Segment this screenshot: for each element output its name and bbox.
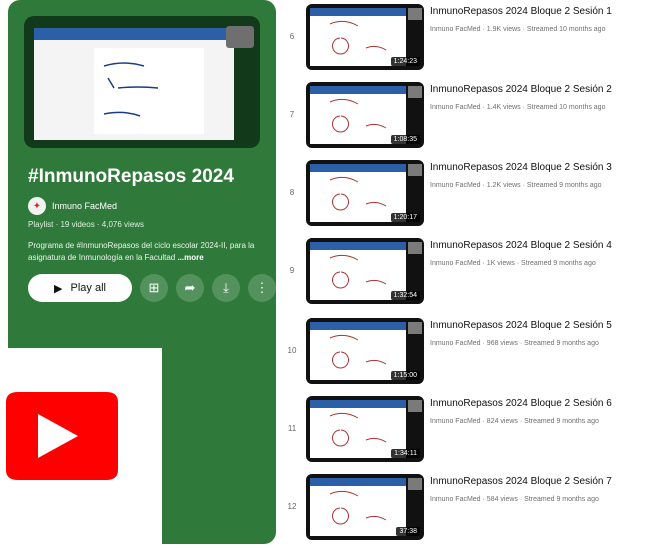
cover-handwriting xyxy=(103,62,159,117)
thumbnail-titlebar xyxy=(310,164,406,172)
video-thumbnail[interactable]: 37:38 xyxy=(306,474,424,540)
thumbnail-titlebar xyxy=(310,400,406,408)
playlist-title: #InmunoRepasos 2024 xyxy=(28,166,234,187)
playlist-actions: ▶ Play all ⊞ ➦ ⤓ ⋮ xyxy=(28,274,276,302)
playlist-video-row[interactable]: 9 1:32:54 InmunoRepasos 2024 Bloque 2 Sesi… xyxy=(278,236,656,312)
video-title[interactable]: InmunoRepasos 2024 Bloque 2 Sesión 7 xyxy=(430,476,612,487)
playlist-meta: Playlist · 19 videos · 4,076 views xyxy=(28,220,145,229)
video-title[interactable]: InmunoRepasos 2024 Bloque 2 Sesión 3 xyxy=(430,162,612,173)
more-options-button[interactable]: ⋮ xyxy=(248,274,276,302)
thumbnail-webcam xyxy=(408,86,422,98)
video-meta: Inmuno FacMed · 968 views · Streamed 9 m… xyxy=(430,340,599,347)
cover-titlebar xyxy=(34,28,234,40)
thumbnail-titlebar xyxy=(310,478,406,486)
video-title[interactable]: InmunoRepasos 2024 Bloque 2 Sesión 5 xyxy=(430,320,612,331)
video-meta: Inmuno FacMed · 584 views · Streamed 9 m… xyxy=(430,496,599,503)
channel-avatar[interactable]: ✦ xyxy=(28,197,46,215)
playlist-video-row[interactable]: 7 1:08:35 InmunoRepasos 2024 Bloque 2 Sesi… xyxy=(278,80,656,156)
video-meta: Inmuno FacMed · 1K views · Streamed 9 mo… xyxy=(430,260,596,267)
video-duration: 1:34:11 xyxy=(391,449,420,458)
save-to-library-icon: ⊞ xyxy=(148,280,160,295)
thumbnail-screen xyxy=(310,478,406,536)
save-button[interactable]: ⊞ xyxy=(140,274,168,302)
video-index: 11 xyxy=(287,424,297,433)
play-icon: ▶ xyxy=(54,282,63,295)
thumbnail-webcam xyxy=(408,322,422,334)
video-meta: Inmuno FacMed · 1.2K views · Streamed 9 … xyxy=(430,182,602,189)
thumbnail-sketch xyxy=(329,490,387,525)
video-duration: 1:32:54 xyxy=(390,291,420,300)
thumbnail-webcam xyxy=(408,8,422,20)
thumbnail-webcam xyxy=(408,164,422,176)
video-meta: Inmuno FacMed · 1.4K views · Streamed 10… xyxy=(430,104,606,111)
channel-info[interactable]: ✦ Inmuno FacMed xyxy=(28,197,117,215)
share-button[interactable]: ➦ xyxy=(176,274,204,302)
video-thumbnail[interactable]: 1:24:23 xyxy=(306,4,424,70)
playlist-video-list: 6 1:24:23 InmunoRepasos 2024 Bloque 2 Sesi… xyxy=(278,0,656,544)
video-duration: 1:24:23 xyxy=(390,57,420,66)
share-icon: ➦ xyxy=(184,280,196,295)
playlist-video-row[interactable]: 6 1:24:23 InmunoRepasos 2024 Bloque 2 Sesi… xyxy=(278,2,656,78)
video-duration: 1:20:17 xyxy=(390,213,420,222)
download-button[interactable]: ⤓ xyxy=(212,274,240,302)
video-index: 9 xyxy=(289,266,295,275)
playlist-description: Programa de #InmunoRepasos del ciclo esc… xyxy=(28,240,260,264)
video-thumbnail[interactable]: 1:20:17 xyxy=(306,160,424,226)
video-index: 10 xyxy=(287,346,297,355)
cover-screen xyxy=(34,28,234,140)
video-duration: 1:15:00 xyxy=(390,371,420,380)
playlist-video-row[interactable]: 8 1:20:17 InmunoRepasos 2024 Bloque 2 Sesi… xyxy=(278,158,656,234)
video-meta: Inmuno FacMed · 1.9K views · Streamed 10… xyxy=(430,26,606,33)
description-more-link[interactable]: ...more xyxy=(177,253,203,262)
cover-webcam xyxy=(226,26,254,48)
video-title[interactable]: InmunoRepasos 2024 Bloque 2 Sesión 4 xyxy=(430,240,612,251)
channel-name[interactable]: Inmuno FacMed xyxy=(52,201,117,211)
video-title[interactable]: InmunoRepasos 2024 Bloque 2 Sesión 1 xyxy=(430,6,612,17)
thumbnail-titlebar xyxy=(310,86,406,94)
download-icon: ⤓ xyxy=(223,280,229,295)
playlist-cover-thumbnail[interactable] xyxy=(24,16,260,148)
video-thumbnail[interactable]: 1:15:00 xyxy=(306,318,424,384)
play-all-label: Play all xyxy=(70,282,106,294)
more-vert-icon: ⋮ xyxy=(255,280,269,295)
video-thumbnail[interactable]: 1:32:54 xyxy=(306,238,424,304)
playlist-video-row[interactable]: 11 1:34:11 InmunoRepasos 2024 Bloque 2 Ses… xyxy=(278,394,656,470)
video-index: 7 xyxy=(289,110,295,119)
thumbnail-titlebar xyxy=(310,8,406,16)
video-index: 12 xyxy=(287,502,297,511)
youtube-logo xyxy=(6,392,118,480)
video-title[interactable]: InmunoRepasos 2024 Bloque 2 Sesión 2 xyxy=(430,84,612,95)
playlist-video-row[interactable]: 10 1:15:00 InmunoRepasos 2024 Bloque 2 Ses… xyxy=(278,316,656,392)
video-duration: 37:38 xyxy=(396,527,420,536)
video-title[interactable]: InmunoRepasos 2024 Bloque 2 Sesión 6 xyxy=(430,398,612,409)
thumbnail-webcam xyxy=(408,400,422,412)
playlist-video-row[interactable]: 12 37:38 InmunoRepasos 2024 Bloque 2 Sesió… xyxy=(278,472,656,548)
video-index: 8 xyxy=(289,188,295,197)
thumbnail-webcam xyxy=(408,478,422,490)
play-all-button[interactable]: ▶ Play all xyxy=(28,274,132,302)
video-duration: 1:08:35 xyxy=(390,135,420,144)
video-meta: Inmuno FacMed · 824 views · Streamed 9 m… xyxy=(430,418,599,425)
thumbnail-webcam xyxy=(408,242,422,254)
video-thumbnail[interactable]: 1:34:11 xyxy=(306,396,424,462)
video-index: 6 xyxy=(289,32,295,41)
thumbnail-titlebar xyxy=(310,242,406,250)
video-thumbnail[interactable]: 1:08:35 xyxy=(306,82,424,148)
thumbnail-titlebar xyxy=(310,322,406,330)
description-text: Programa de #InmunoRepasos del ciclo esc… xyxy=(28,241,255,262)
cover-whiteboard xyxy=(94,48,204,134)
